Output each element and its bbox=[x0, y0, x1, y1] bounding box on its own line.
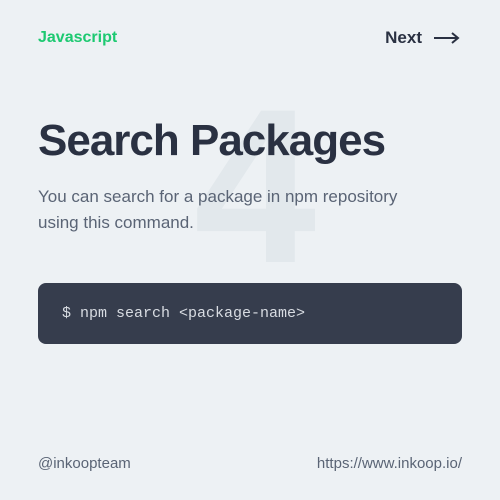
main-content: 4 Search Packages You can search for a p… bbox=[0, 48, 500, 344]
next-button[interactable]: Next bbox=[385, 28, 462, 48]
social-handle: @inkoopteam bbox=[38, 455, 131, 472]
footer: @inkoopteam https://www.inkoop.io/ bbox=[38, 455, 462, 472]
arrow-right-icon bbox=[434, 32, 462, 44]
page-title: Search Packages bbox=[38, 116, 462, 166]
code-text: $ npm search <package-name> bbox=[62, 305, 305, 322]
code-block: $ npm search <package-name> bbox=[38, 283, 462, 344]
website-url: https://www.inkoop.io/ bbox=[317, 455, 462, 472]
description-text: You can search for a package in npm repo… bbox=[38, 184, 418, 235]
category-label: Javascript bbox=[38, 29, 117, 47]
header: Javascript Next bbox=[0, 0, 500, 48]
next-label: Next bbox=[385, 28, 422, 48]
